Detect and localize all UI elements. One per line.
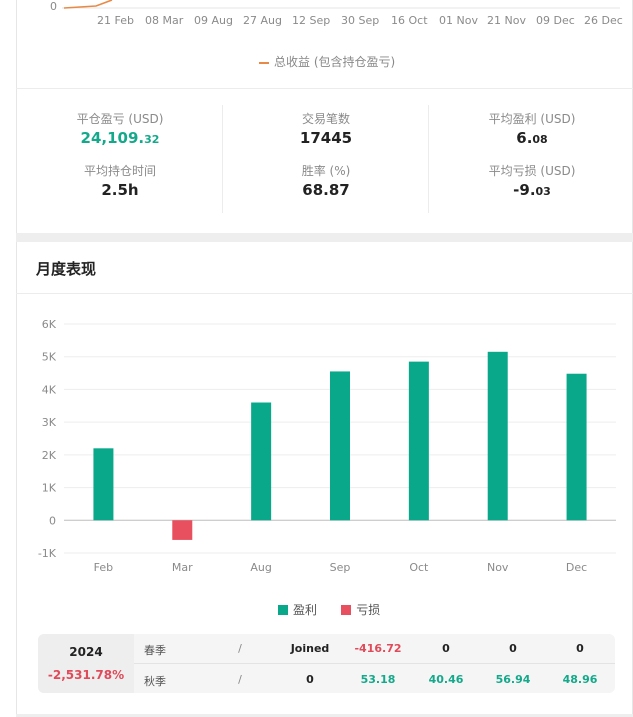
trades-label: 交易笔数 [301, 112, 350, 126]
stats-divider [222, 105, 223, 213]
season-value: 0 [509, 642, 517, 655]
profit-swatch-icon [278, 604, 288, 615]
bar-feb[interactable] [93, 448, 114, 521]
top-x-tick: 27 Aug [243, 14, 282, 27]
x-tick-label: Aug [250, 561, 271, 574]
top-chart-y-zero: 0 [50, 0, 57, 13]
top-x-tick: 12 Sep [292, 14, 331, 27]
y-tick-label: 4K [42, 383, 57, 396]
monthly-legend: 盈利 亏损 [278, 599, 380, 618]
season-label: 春季 [144, 644, 166, 657]
bar-dec[interactable] [566, 373, 587, 521]
top-x-tick: 09 Aug [194, 14, 233, 27]
section-separator [16, 233, 633, 242]
legend-profit[interactable]: 盈利 [278, 599, 317, 618]
top-x-tick: 08 Mar [145, 14, 184, 27]
y-tick-label: 6K [42, 318, 57, 331]
top-chart-legend[interactable]: 总收益 (包含持仓盈亏) [259, 53, 395, 70]
win-rate-label: 胜率 (%) [301, 164, 351, 178]
x-tick-label: Mar [172, 561, 193, 574]
season-value: 0 [442, 642, 450, 655]
top-legend-label: 总收益 (包含持仓盈亏) [274, 55, 396, 69]
stats-divider [428, 105, 429, 213]
top-x-tick: 01 Nov [439, 14, 478, 27]
trades-value: 17445 [299, 129, 353, 147]
top-x-tick: 09 Dec [536, 14, 575, 27]
top-x-tick: 16 Oct [391, 14, 428, 27]
x-tick-label: Oct [409, 561, 429, 574]
season-sep: / [238, 642, 242, 655]
y-tick-label: -1K [38, 547, 57, 560]
avg-hold-value: 2.5h [101, 181, 139, 199]
top-x-tick: 21 Feb [97, 14, 134, 27]
x-tick-label: Sep [330, 561, 351, 574]
x-tick-label: Dec [566, 561, 587, 574]
season-joined: Joined [290, 642, 330, 655]
seasonal-table: 2024 -2,531.78% 春季 / Joined -416.72 0 0 … [38, 634, 615, 693]
avg-loss-label: 平均亏损 (USD) [488, 164, 576, 178]
season-value: 53.18 [360, 673, 396, 686]
y-tick-label: 0 [49, 514, 56, 527]
y-tick-label: 2K [42, 449, 57, 462]
bar-oct[interactable] [408, 361, 429, 521]
bar-mar[interactable] [172, 520, 193, 540]
season-value: 56.94 [495, 673, 531, 686]
season-value: 0 [306, 673, 314, 686]
avg-profit-label: 平均盈利 (USD) [488, 112, 576, 126]
top-chart-line [62, 0, 620, 9]
y-tick-label: 5K [42, 351, 57, 364]
bar-nov[interactable] [487, 351, 508, 521]
season-value: -416.72 [354, 642, 402, 655]
season-value: 0 [576, 642, 584, 655]
divider [16, 293, 633, 294]
bar-sep[interactable] [330, 371, 350, 521]
avg-hold-label: 平均持仓时间 [83, 164, 156, 178]
year-label: 2024 [69, 645, 103, 659]
y-tick-label: 3K [42, 416, 57, 429]
loss-swatch-icon [341, 604, 352, 615]
avg-loss-value: -9.03 [513, 181, 551, 199]
x-tick-label: Feb [94, 561, 113, 574]
season-value: 40.46 [428, 673, 464, 686]
season-label: 秋季 [144, 675, 166, 688]
legend-loss[interactable]: 亏损 [341, 599, 380, 618]
top-x-tick: 21 Nov [487, 14, 526, 27]
y-tick-label: 1K [42, 482, 57, 495]
season-value: 48.96 [562, 673, 598, 686]
closed-pnl-value: 24,109.32 [80, 129, 160, 147]
legend-line-icon [259, 61, 269, 64]
top-x-tick: 30 Sep [341, 14, 380, 27]
bar-aug[interactable] [251, 402, 272, 521]
x-tick-label: Nov [487, 561, 509, 574]
divider [16, 88, 633, 89]
year-return: -2,531.78% [47, 668, 125, 682]
monthly-bar-chart: 6K 5K 4K 3K 2K 1K 0 -1K Feb Mar Aug Sep Oct Nov Dec [38, 318, 616, 574]
year-cell [38, 634, 134, 693]
top-x-tick: 26 Dec [584, 14, 623, 27]
monthly-title: 月度表现 [36, 260, 97, 278]
avg-profit-value: 6.08 [516, 129, 548, 147]
win-rate-value: 68.87 [302, 181, 350, 199]
closed-pnl-label: 平仓盈亏 (USD) [76, 112, 164, 126]
row-divider [134, 663, 615, 664]
season-sep: / [238, 673, 242, 686]
